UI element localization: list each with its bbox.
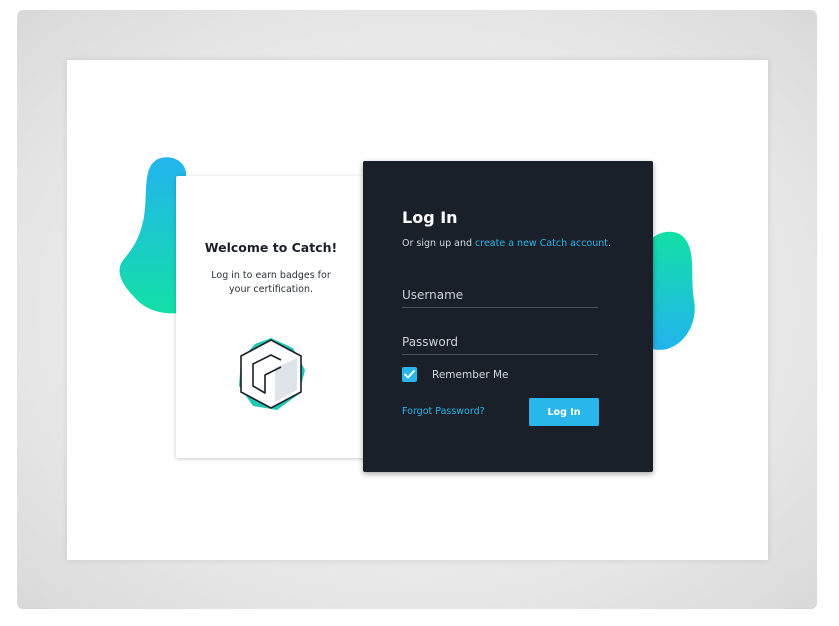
signup-prompt-period: . xyxy=(608,238,612,249)
signup-prompt-text: Or sign up and xyxy=(402,238,476,249)
forgot-password-link[interactable]: Forgot Password? xyxy=(402,406,485,417)
login-button[interactable]: Log In xyxy=(529,398,599,426)
checkmark-icon xyxy=(404,370,415,379)
welcome-card: Welcome to Catch! Log in to earn badges … xyxy=(176,176,366,458)
remember-me-checkbox[interactable] xyxy=(402,367,417,382)
remember-me-label: Remember Me xyxy=(432,368,509,381)
username-input[interactable] xyxy=(402,283,598,308)
signup-prompt: Or sign up and create a new Catch accoun… xyxy=(402,238,611,249)
login-title: Log In xyxy=(402,208,458,227)
welcome-subtitle: Log in to earn badges for your certifica… xyxy=(211,270,331,295)
catch-logo-icon xyxy=(239,338,305,410)
create-account-link[interactable]: create a new Catch account xyxy=(475,238,608,249)
welcome-title: Welcome to Catch! xyxy=(204,240,338,255)
remember-me-row: Remember Me xyxy=(402,367,509,382)
password-input[interactable] xyxy=(402,330,598,355)
login-panel: Log In Or sign up and create a new Catch… xyxy=(363,161,653,472)
